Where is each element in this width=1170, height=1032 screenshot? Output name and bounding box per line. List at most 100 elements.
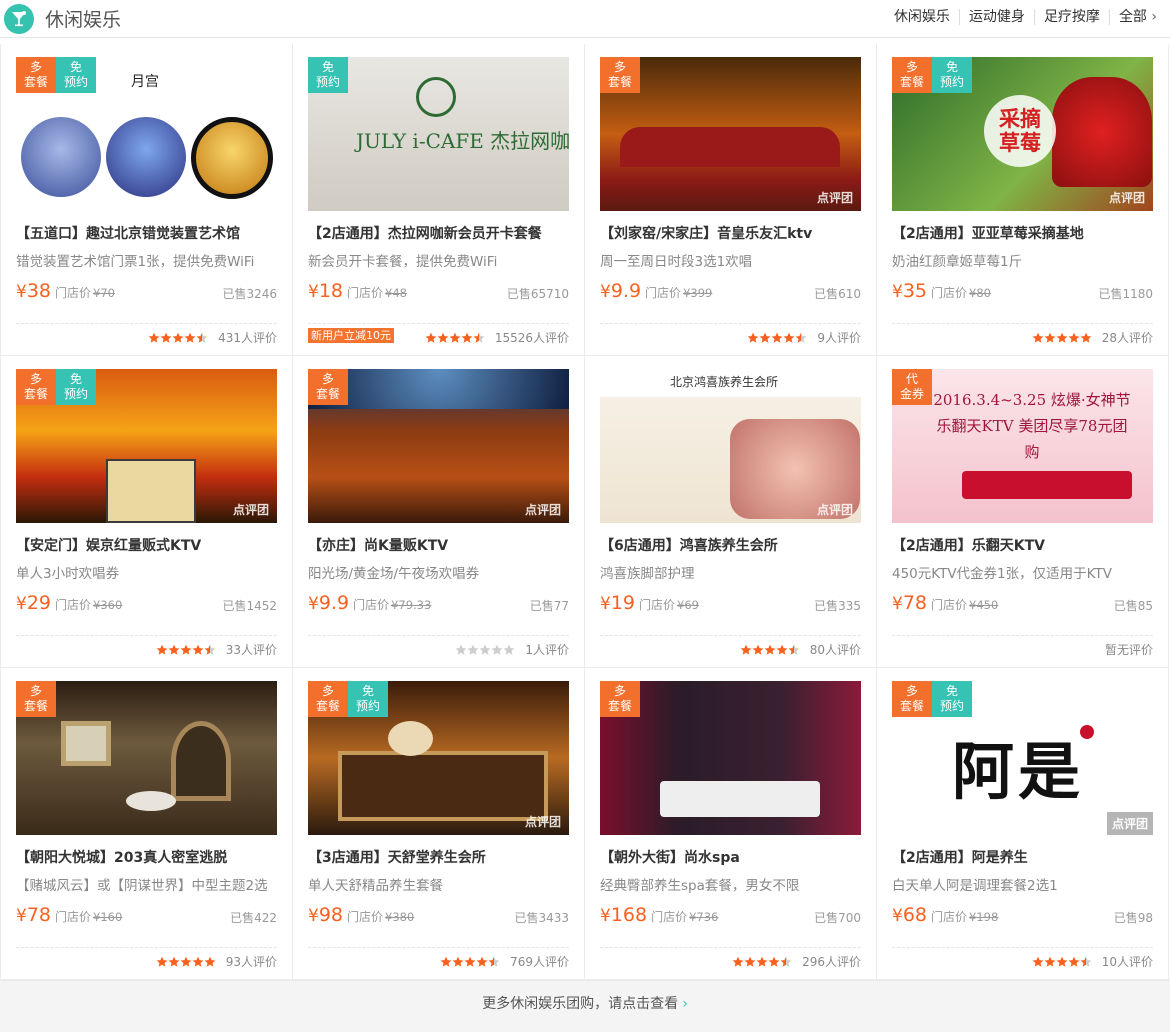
deal-title[interactable]: 【朝外大街】尚水spa: [600, 847, 861, 867]
review-count[interactable]: 1人评价: [525, 641, 569, 658]
tag-badge: 免预约: [348, 681, 388, 717]
deal-card[interactable]: 多套餐 点评团 【刘家窑/宋家庄】音皇乐友汇ktv 周一至周日时段3选1欢唱 ¥…: [585, 44, 877, 356]
rating-info: 80人评价: [740, 641, 861, 658]
deal-price: ¥168: [600, 904, 648, 926]
review-count[interactable]: 15526人评价: [495, 329, 569, 346]
deal-image[interactable]: 北京鸿喜族养生会所 点评团: [600, 369, 861, 523]
star-icon: [732, 956, 744, 967]
deal-image[interactable]: 多套餐 点评团: [600, 57, 861, 211]
review-count[interactable]: 33人评价: [226, 641, 277, 658]
rating-info: 10人评价: [1032, 953, 1153, 970]
deal-price: ¥9.9: [308, 592, 350, 614]
deal-image[interactable]: 多套餐免预约 点评团: [16, 369, 277, 523]
rating-row: 93人评价: [16, 947, 277, 970]
deal-card[interactable]: 北京鸿喜族养生会所 点评团 【6店通用】鸿喜族养生会所 鸿喜族脚部护理 ¥19 门…: [585, 356, 877, 668]
rating-row: 80人评价: [600, 635, 861, 658]
deal-tags: 多套餐免预约: [16, 369, 96, 405]
nav-massage[interactable]: 足疗按摩: [1035, 9, 1110, 25]
deal-card[interactable]: 多套餐 【朝阳大悦城】203真人密室逃脱 【赌城风云】或【阴谋世界】中型主题2选…: [1, 668, 293, 980]
deal-card[interactable]: 多套餐 点评团 【亦庄】尚K量贩KTV 阳光场/黄金场/午夜场欢唱券 ¥9.9 门…: [293, 356, 585, 668]
sold-count: 已售3246: [222, 287, 277, 301]
deal-image[interactable]: 月宫 多套餐免预约: [16, 57, 277, 211]
price-value: 18: [318, 280, 344, 302]
deal-title[interactable]: 【2店通用】杰拉网咖新会员开卡套餐: [308, 223, 569, 243]
tag-badge: 多套餐: [600, 57, 640, 93]
rating-stars: [156, 956, 216, 968]
star-icon: [744, 956, 756, 967]
deal-title[interactable]: 【2店通用】阿是养生: [892, 847, 1153, 867]
deal-description: 错觉装置艺术馆门票1张，提供免费WiFi: [16, 254, 255, 270]
more-deals-link[interactable]: 更多休闲娱乐团购，请点击查看 ›: [0, 980, 1170, 1032]
price-row: ¥38 门店价 ¥70 已售3246: [16, 280, 277, 304]
deal-image[interactable]: 多套餐: [16, 681, 277, 835]
tag-badge: 免预约: [56, 57, 96, 93]
deal-title[interactable]: 【3店通用】天舒堂养生会所: [308, 847, 569, 867]
deal-card[interactable]: 多套餐免预约 点评团 【安定门】娱京红量贩式KTV 单人3小时欢唱券 ¥29 门店…: [1, 356, 293, 668]
deal-card[interactable]: 多套餐免预约 点评团 【3店通用】天舒堂养生会所 单人天舒精品养生套餐 ¥98 门…: [293, 668, 585, 980]
deal-title[interactable]: 【安定门】娱京红量贩式KTV: [16, 535, 277, 555]
star-icon: [491, 644, 503, 655]
deal-title[interactable]: 【6店通用】鸿喜族养生会所: [600, 535, 861, 555]
rating-info: 1人评价: [455, 641, 569, 658]
tag-badge: 免预约: [932, 57, 972, 93]
review-count[interactable]: 9人评价: [817, 329, 861, 346]
star-icon: [1044, 332, 1056, 343]
sold-count: 已售98: [1113, 911, 1153, 925]
nav-sports[interactable]: 运动健身: [960, 9, 1035, 25]
star-icon: [464, 956, 476, 967]
deal-card[interactable]: 采摘草莓 多套餐免预约 点评团 【2店通用】亚亚草莓采摘基地 奶油红颜章姬草莓1…: [877, 44, 1169, 356]
review-count[interactable]: 暂无评价: [1105, 641, 1153, 658]
deal-title[interactable]: 【朝阳大悦城】203真人密室逃脱: [16, 847, 277, 867]
rating-row: 暂无评价: [892, 635, 1153, 658]
tag-badge: 多套餐: [892, 57, 932, 93]
deal-image[interactable]: 采摘草莓 多套餐免预约 点评团: [892, 57, 1153, 211]
deal-title[interactable]: 【五道口】趣过北京错觉装置艺术馆: [16, 223, 277, 243]
star-icon: [488, 956, 500, 967]
deal-image[interactable]: 阿是 多套餐免预约 点评团: [892, 681, 1153, 835]
review-count[interactable]: 10人评价: [1102, 953, 1153, 970]
section-header: 休闲娱乐 休闲娱乐 运动健身 足疗按摩 全部: [0, 0, 1170, 38]
rating-row: 769人评价: [308, 947, 569, 970]
deal-price: ¥18: [308, 280, 344, 302]
review-count[interactable]: 93人评价: [226, 953, 277, 970]
store-price-label: 门店价: [55, 598, 92, 612]
star-icon: [771, 332, 783, 343]
tag-badge: 免预约: [56, 369, 96, 405]
price-value: 19: [610, 592, 636, 614]
deal-image[interactable]: 多套餐免预约 点评团: [308, 681, 569, 835]
review-count[interactable]: 80人评价: [810, 641, 861, 658]
deal-description: 经典臀部养生spa套餐，男女不限: [600, 878, 800, 894]
deal-image[interactable]: 多套餐: [600, 681, 861, 835]
star-icon: [476, 956, 488, 967]
deal-image[interactable]: 2016.3.4~3.25 炫爆·女神节 乐翻天KTV 美团尽享78元团购 代金…: [892, 369, 1153, 523]
tag-badge: 多套餐: [308, 369, 348, 405]
deal-description: 鸿喜族脚部护理: [600, 566, 695, 582]
deal-card[interactable]: 阿是 多套餐免预约 点评团 【2店通用】阿是养生 白天单人阿是调理套餐2选1 ¥…: [877, 668, 1169, 980]
deal-image[interactable]: 多套餐 点评团: [308, 369, 569, 523]
original-price: ¥69: [677, 598, 699, 612]
deal-title[interactable]: 【2店通用】乐翻天KTV: [892, 535, 1153, 555]
deal-price: ¥29: [16, 592, 52, 614]
review-count[interactable]: 296人评价: [802, 953, 861, 970]
image-text: 2016.3.4~3.25 炫爆·女神节 乐翻天KTV 美团尽享78元团购: [933, 391, 1131, 461]
tag-badge: 多套餐: [308, 681, 348, 717]
deal-card[interactable]: 2016.3.4~3.25 炫爆·女神节 乐翻天KTV 美团尽享78元团购 代金…: [877, 356, 1169, 668]
deal-card[interactable]: 多套餐 【朝外大街】尚水spa 经典臀部养生spa套餐，男女不限 ¥168 门店价…: [585, 668, 877, 980]
price-row: ¥35 门店价 ¥80 已售1180: [892, 280, 1153, 304]
price-value: 38: [26, 280, 52, 302]
deal-title[interactable]: 【2店通用】亚亚草莓采摘基地: [892, 223, 1153, 243]
deal-image[interactable]: JULY i-CAFE 杰拉网咖 免预约: [308, 57, 569, 211]
star-icon: [437, 332, 449, 343]
review-count[interactable]: 28人评价: [1102, 329, 1153, 346]
nav-leisure[interactable]: 休闲娱乐: [885, 9, 960, 25]
nav-all[interactable]: 全部: [1110, 9, 1157, 25]
deal-card[interactable]: 月宫 多套餐免预约 【五道口】趣过北京错觉装置艺术馆 错觉装置艺术馆门票1张，提…: [1, 44, 293, 356]
review-count[interactable]: 431人评价: [218, 329, 277, 346]
sold-count: 已售65710: [506, 287, 569, 301]
deal-title[interactable]: 【刘家窑/宋家庄】音皇乐友汇ktv: [600, 223, 861, 243]
image-text: JULY i-CAFE 杰拉网咖: [356, 129, 569, 153]
deal-title[interactable]: 【亦庄】尚K量贩KTV: [308, 535, 569, 555]
review-count[interactable]: 769人评价: [510, 953, 569, 970]
deal-tags: 多套餐免预约: [16, 57, 96, 93]
deal-card[interactable]: JULY i-CAFE 杰拉网咖 免预约 【2店通用】杰拉网咖新会员开卡套餐 新…: [293, 44, 585, 356]
